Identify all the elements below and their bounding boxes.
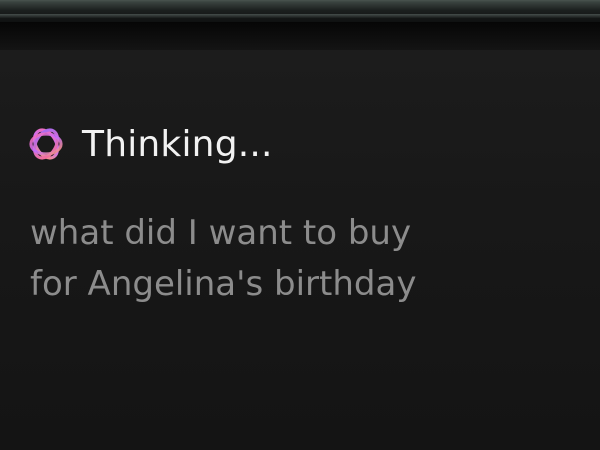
assistant-orb-icon xyxy=(24,122,68,166)
status-label: Thinking... xyxy=(82,123,273,165)
assistant-status: Thinking... xyxy=(24,118,273,170)
device-frame: Thinking... what did I want to buy for A… xyxy=(0,0,600,450)
screen-edge xyxy=(0,22,600,52)
query-text: what did I want to buy for Angelina's bi… xyxy=(30,213,417,304)
bezel-edge xyxy=(0,14,600,18)
